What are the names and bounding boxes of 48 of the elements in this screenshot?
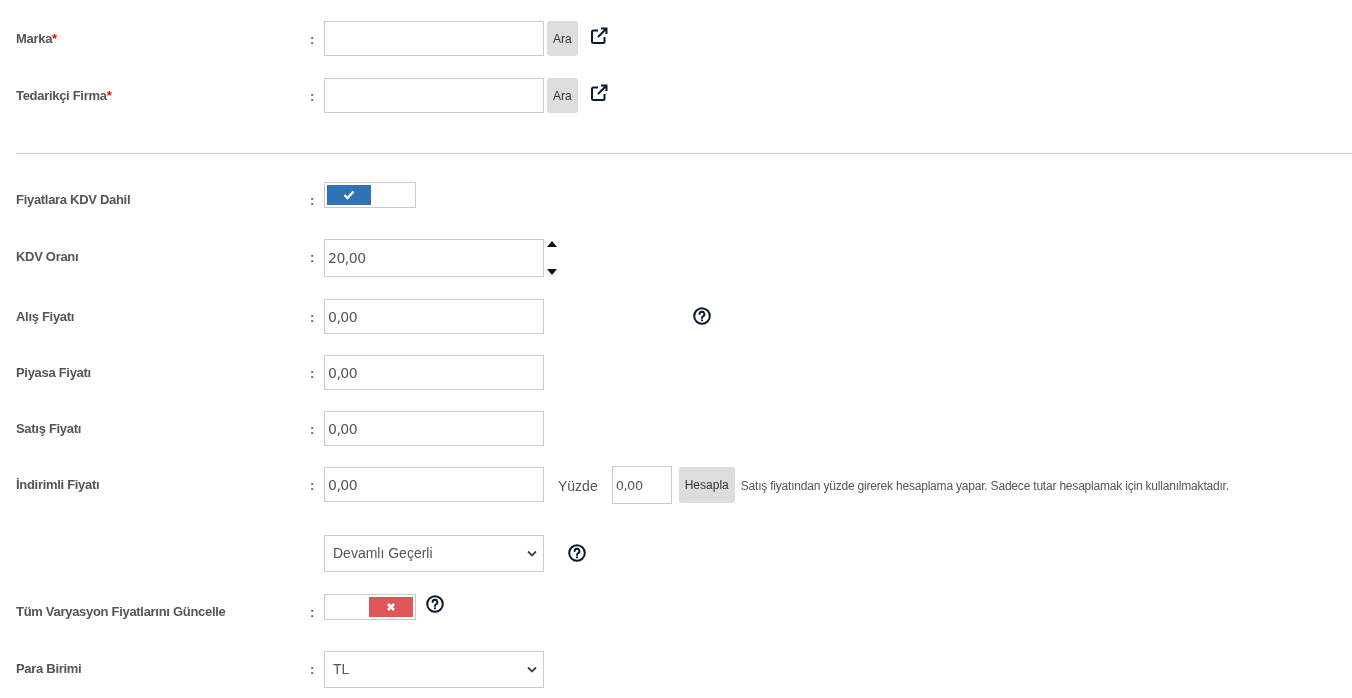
field-label: KDV Oranı bbox=[16, 248, 79, 266]
help-icon[interactable] bbox=[693, 307, 711, 325]
dropdown-select[interactable]: TL bbox=[324, 651, 544, 688]
colon: : bbox=[310, 662, 315, 677]
text-input[interactable] bbox=[324, 78, 544, 113]
number-input[interactable]: 20,00 bbox=[324, 239, 544, 277]
colon: : bbox=[310, 422, 315, 437]
text-input[interactable] bbox=[324, 21, 544, 56]
field-label: Tedarikçi Firma* bbox=[16, 87, 112, 105]
field-label: Marka* bbox=[16, 30, 57, 48]
field-label: Alış Fiyatı bbox=[16, 308, 75, 326]
toggle-switch[interactable] bbox=[324, 182, 416, 208]
colon: : bbox=[310, 193, 315, 208]
colon: : bbox=[310, 478, 315, 493]
colon: : bbox=[310, 32, 315, 47]
search-button[interactable]: Ara bbox=[547, 78, 578, 113]
text-input[interactable]: 0,00 bbox=[324, 467, 544, 502]
search-button[interactable]: Ara bbox=[547, 21, 578, 56]
text-input[interactable]: 0,00 bbox=[324, 299, 544, 334]
field-label: Tüm Varyasyon Fiyatlarını Güncelle bbox=[16, 603, 226, 621]
percent-label: Yüzde bbox=[558, 477, 598, 496]
close-icon bbox=[386, 602, 396, 612]
up-arrow-icon[interactable] bbox=[547, 241, 557, 247]
down-arrow-icon[interactable] bbox=[547, 269, 557, 275]
check-icon bbox=[343, 190, 355, 200]
help-icon[interactable] bbox=[426, 595, 444, 613]
field-label: İndirimli Fiyatı bbox=[16, 476, 100, 494]
colon: : bbox=[310, 250, 315, 265]
field-label: Fiyatlara KDV Dahil bbox=[16, 191, 131, 209]
colon: : bbox=[310, 366, 315, 381]
external-link-icon[interactable] bbox=[589, 27, 608, 45]
field-label: Para Birimi bbox=[16, 660, 82, 678]
help-text: Satış fiyatından yüzde girerek hesaplama yapar. Sadece tutar hesaplamak için kullanılmaktadır. bbox=[740, 478, 1229, 495]
toggle-switch[interactable] bbox=[324, 594, 416, 620]
field-label: Piyasa Fiyatı bbox=[16, 364, 91, 382]
colon: : bbox=[310, 605, 315, 620]
dropdown-select[interactable]: Devamlı Geçerli bbox=[324, 535, 544, 572]
colon: : bbox=[310, 310, 315, 325]
external-link-icon[interactable] bbox=[589, 84, 608, 102]
percent-input[interactable]: 0,00 bbox=[611, 466, 672, 504]
help-icon[interactable] bbox=[568, 544, 586, 562]
chevron-down-icon bbox=[527, 666, 537, 673]
field-label: Satış Fiyatı bbox=[16, 420, 82, 438]
colon: : bbox=[310, 89, 315, 104]
chevron-down-icon bbox=[527, 550, 537, 557]
text-input[interactable]: 0,00 bbox=[324, 355, 544, 390]
calculate-button[interactable]: Hesapla bbox=[678, 467, 735, 503]
text-input[interactable]: 0,00 bbox=[324, 411, 544, 446]
